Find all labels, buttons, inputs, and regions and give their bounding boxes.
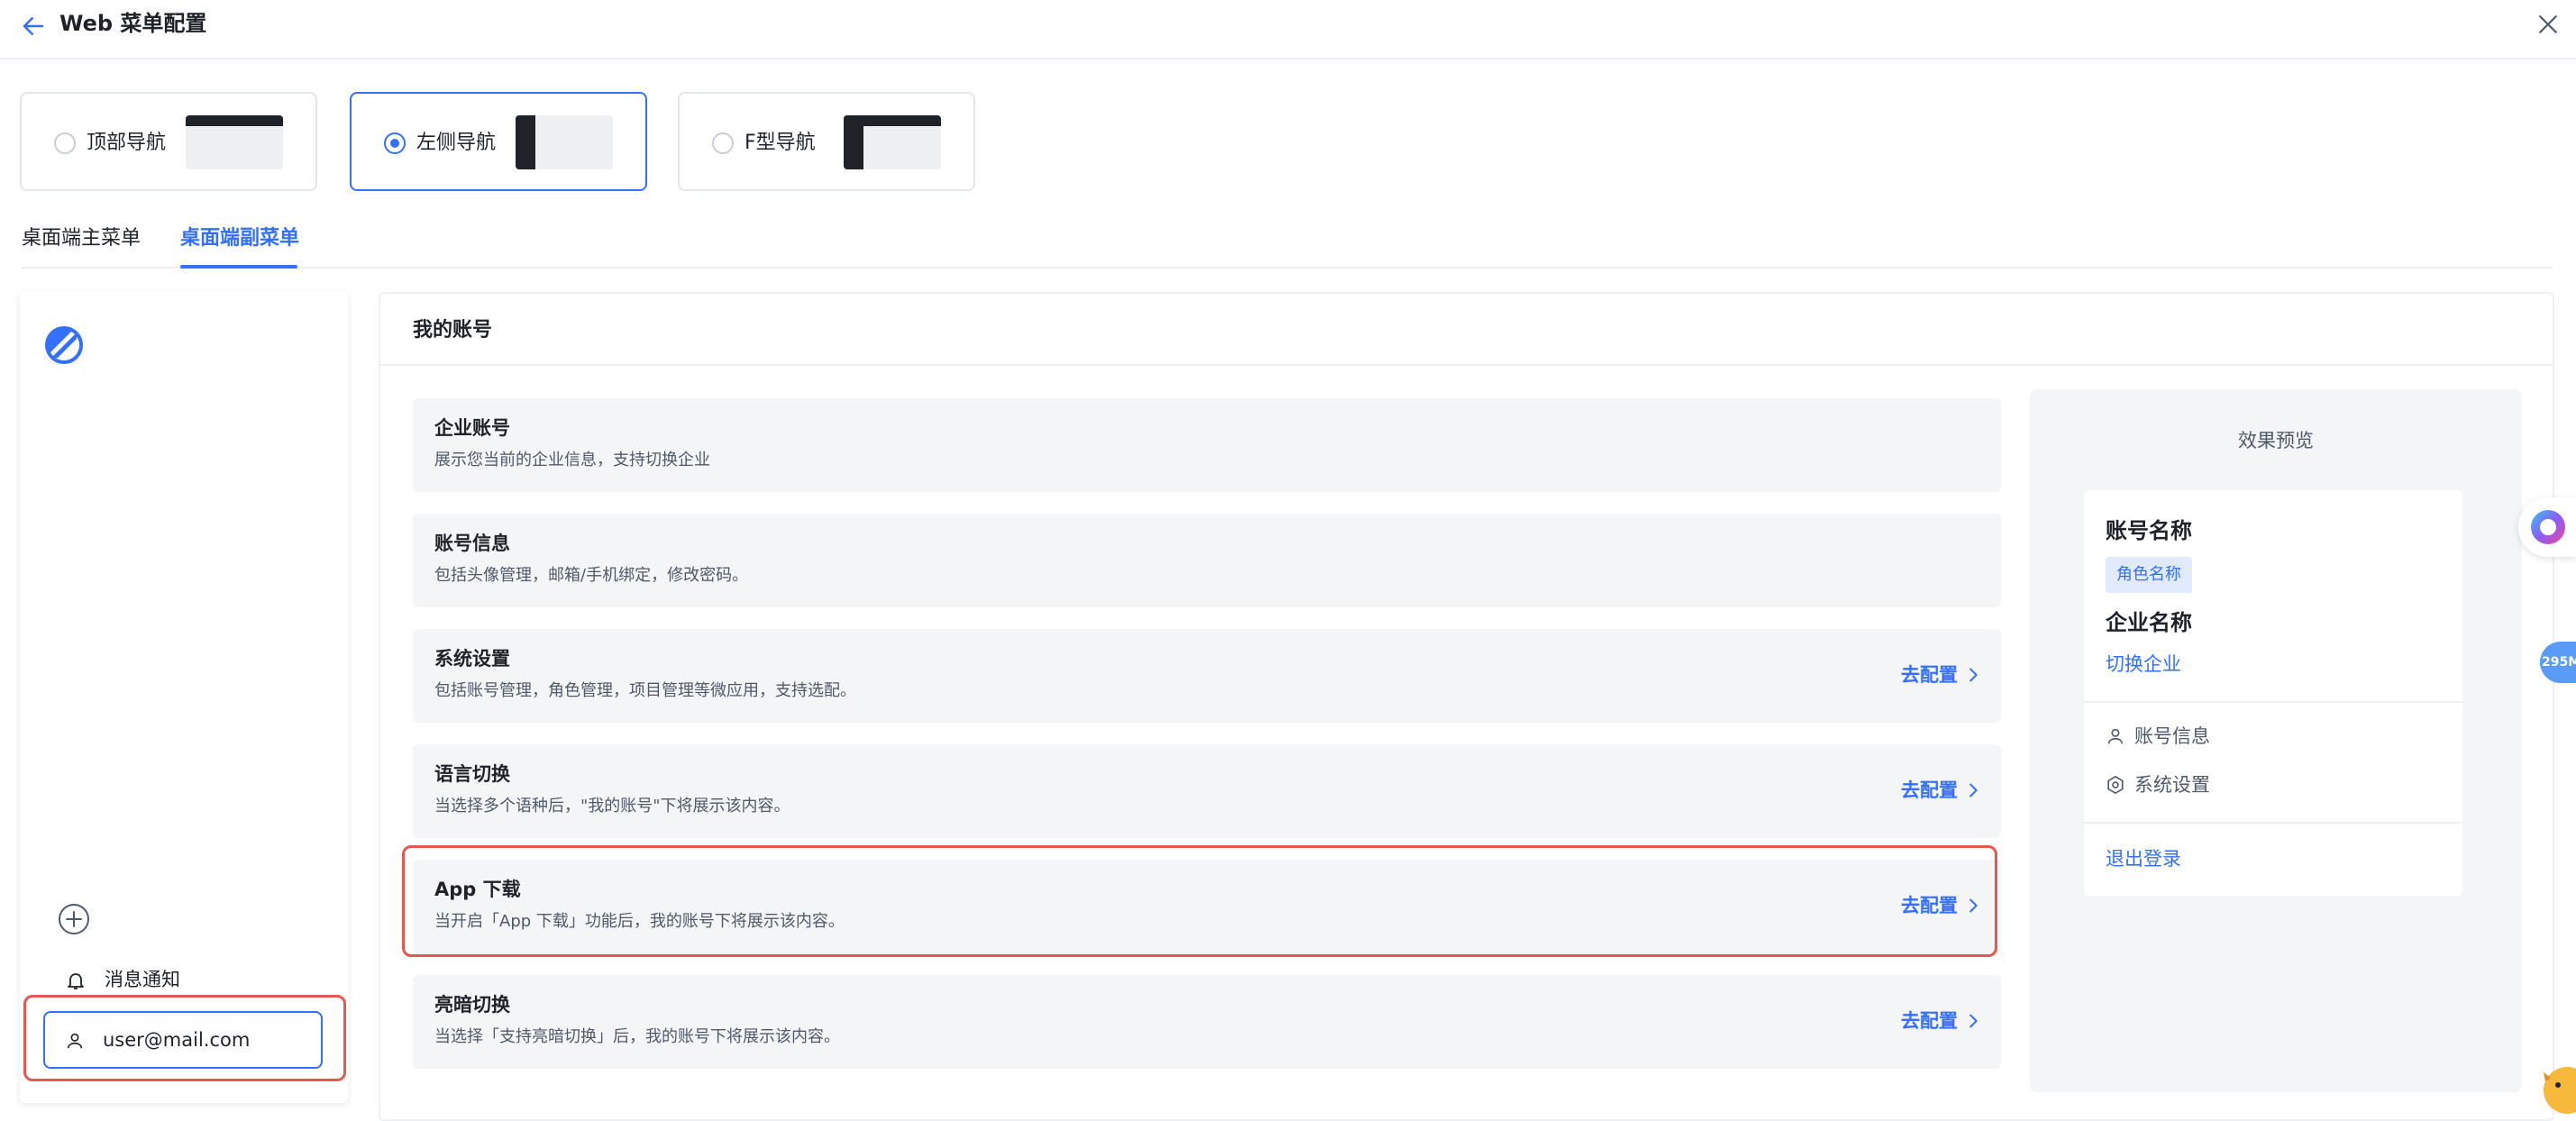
active-tab-indicator <box>180 265 297 269</box>
configure-link[interactable]: 去配置 <box>1901 1006 1958 1036</box>
card-description: 包括头像管理，邮箱/手机绑定，修改密码。 <box>434 566 749 585</box>
configure-link[interactable]: 去配置 <box>1901 660 1958 690</box>
gear-icon <box>2107 776 2124 794</box>
card-title: 账号信息 <box>434 533 510 554</box>
close-icon[interactable] <box>2535 11 2562 38</box>
radio-left-nav[interactable] <box>384 132 406 154</box>
configure-link[interactable]: 去配置 <box>1901 775 1958 806</box>
tab-desktop-sub-menu[interactable]: 桌面端副菜单 <box>180 223 299 254</box>
nav-option-f[interactable]: F型导航 <box>678 92 975 191</box>
card-title: 亮暗切换 <box>434 994 510 1016</box>
account-card-enterprise: 企业账号 展示您当前的企业信息，支持切换企业 <box>413 398 2001 492</box>
memory-badge[interactable]: 295M <box>2540 642 2576 683</box>
effect-preview-panel: 效果预览 账号名称 角色名称 企业名称 切换企业 账号信息 系统设置 退出登录 <box>2030 389 2522 1092</box>
preview-company-name: 企业名称 <box>2106 610 2192 635</box>
f-nav-thumbnail <box>844 115 941 169</box>
nav-option-label: 顶部导航 <box>87 132 167 154</box>
radio-f-nav[interactable] <box>712 132 734 154</box>
preview-account-name: 账号名称 <box>2106 518 2192 543</box>
bell-icon <box>68 973 84 989</box>
thumbnail-top-bar <box>186 115 283 126</box>
preview-divider <box>2084 822 2462 824</box>
thumbnail-left-bar <box>516 115 535 169</box>
preview-account-info[interactable]: 账号信息 <box>2134 721 2210 752</box>
account-panel-title: 我的账号 <box>413 319 493 342</box>
left-nav-thumbnail <box>516 115 613 169</box>
chevron-right-icon[interactable] <box>1963 665 1983 685</box>
preview-divider <box>2084 701 2462 703</box>
tabs-divider <box>22 267 2553 269</box>
ai-assistant-button[interactable] <box>2518 497 2576 557</box>
menu-preview-panel: 消息通知 user@mail.com <box>20 292 348 1103</box>
arrow-left-icon[interactable] <box>20 13 47 40</box>
chevron-right-icon[interactable] <box>1963 1011 1983 1031</box>
notification-menu-item[interactable]: 消息通知 <box>105 964 180 995</box>
mascot-icon[interactable] <box>2531 1051 2576 1114</box>
card-title: 系统设置 <box>434 648 510 670</box>
highlight-frame-user <box>23 995 346 1081</box>
preview-switch-company-link[interactable]: 切换企业 <box>2106 649 2181 679</box>
card-title: 语言切换 <box>434 763 510 785</box>
preview-logout-link[interactable]: 退出登录 <box>2106 843 2181 874</box>
highlight-frame-app-download <box>402 845 1997 957</box>
chevron-right-icon[interactable] <box>1963 780 1983 800</box>
nav-option-label: F型导航 <box>744 132 816 154</box>
preview-account-card: 账号名称 角色名称 企业名称 切换企业 账号信息 系统设置 退出登录 <box>2084 490 2462 896</box>
panel-divider <box>380 364 2554 366</box>
user-icon <box>2107 728 2124 744</box>
preview-title: 效果预览 <box>2238 430 2314 451</box>
top-nav-thumbnail <box>186 115 283 169</box>
header-bar: Web 菜单配置 <box>0 0 2576 59</box>
radio-top-nav[interactable] <box>54 132 76 154</box>
preview-system-settings[interactable]: 系统设置 <box>2134 770 2210 800</box>
account-card-account-info: 账号信息 包括头像管理，邮箱/手机绑定，修改密码。 <box>413 514 2001 607</box>
account-card-theme: 亮暗切换 当选择「支持亮暗切换」后，我的账号下将展示该内容。 去配置 <box>413 975 2001 1069</box>
nav-option-left[interactable]: 左侧导航 <box>350 92 647 191</box>
preview-role-badge: 角色名称 <box>2106 557 2192 593</box>
thumbnail-left-bar <box>844 115 863 169</box>
tab-desktop-main-menu[interactable]: 桌面端主菜单 <box>22 223 141 254</box>
page-title: Web 菜单配置 <box>59 11 207 36</box>
card-title: 企业账号 <box>434 417 510 439</box>
plus-circle-icon[interactable] <box>58 903 90 935</box>
account-card-system-settings: 系统设置 包括账号管理，角色管理，项目管理等微应用，支持选配。 去配置 <box>413 629 2001 723</box>
card-description: 当选择多个语种后，"我的账号"下将展示该内容。 <box>434 797 790 816</box>
ai-assistant-icon <box>2531 510 2565 544</box>
nav-option-top[interactable]: 顶部导航 <box>20 92 317 191</box>
card-description: 包括账号管理，角色管理，项目管理等微应用，支持选配。 <box>434 681 856 700</box>
card-description: 当选择「支持亮暗切换」后，我的账号下将展示该内容。 <box>434 1027 840 1046</box>
logo-icon <box>45 326 83 364</box>
nav-option-label: 左侧导航 <box>416 132 497 154</box>
account-card-language: 语言切换 当选择多个语种后，"我的账号"下将展示该内容。 去配置 <box>413 744 2001 838</box>
card-description: 展示您当前的企业信息，支持切换企业 <box>434 451 710 469</box>
